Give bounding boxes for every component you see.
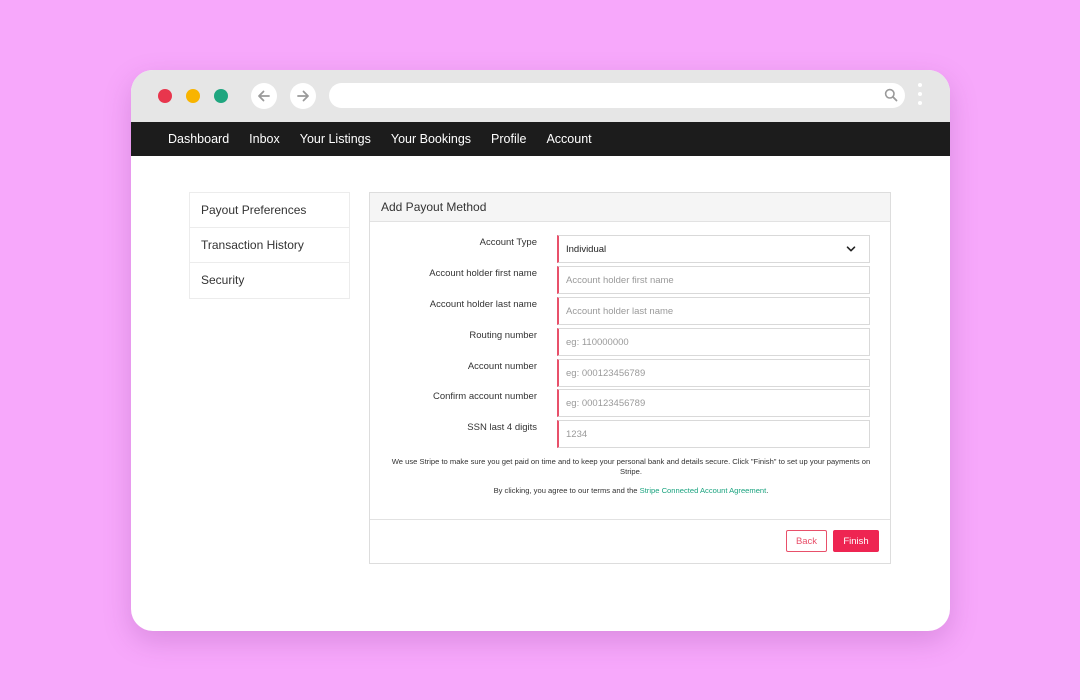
account-sidebar: Payout Preferences Transaction History S… (189, 192, 350, 299)
ssn-label: SSN last 4 digits (467, 422, 537, 433)
account-type-row: Account Type Individual (370, 235, 890, 263)
sidebar-item-transaction-history[interactable]: Transaction History (190, 228, 349, 263)
routing-number-field[interactable] (557, 328, 870, 356)
close-window-button[interactable] (158, 89, 172, 103)
confirm-account-number-row: Confirm account number (370, 389, 890, 417)
nav-item-your-listings[interactable]: Your Listings (300, 132, 371, 146)
arrow-right-icon (297, 90, 309, 102)
ssn-row: SSN last 4 digits (370, 420, 890, 448)
stripe-agreement-link[interactable]: Stripe Connected Account Agreement (640, 486, 767, 495)
more-vertical-icon[interactable] (917, 83, 923, 109)
search-icon[interactable] (884, 88, 898, 102)
agreement-text: By clicking, you agree to our terms and … (384, 486, 878, 495)
arrow-left-icon (258, 90, 270, 102)
account-number-field[interactable] (557, 359, 870, 387)
nav-item-your-bookings[interactable]: Your Bookings (391, 132, 471, 146)
nav-item-account[interactable]: Account (546, 132, 591, 146)
agreement-prefix: By clicking, you agree to our terms and … (493, 486, 640, 495)
browser-back-button[interactable] (251, 83, 277, 109)
confirm-account-number-field[interactable] (557, 389, 870, 417)
address-bar[interactable] (329, 83, 905, 108)
last-name-row: Account holder last name (370, 297, 890, 325)
panel-title: Add Payout Method (370, 193, 890, 222)
routing-number-label: Routing number (469, 330, 537, 341)
account-number-row: Account number (370, 359, 890, 387)
stripe-note: We use Stripe to make sure you get paid … (391, 457, 871, 476)
agreement-suffix: . (766, 486, 769, 495)
first-name-row: Account holder first name (370, 266, 890, 294)
nav-item-dashboard[interactable]: Dashboard (168, 132, 229, 146)
top-navigation: Dashboard Inbox Your Listings Your Booki… (131, 122, 950, 156)
nav-item-profile[interactable]: Profile (491, 132, 526, 146)
browser-window: Dashboard Inbox Your Listings Your Booki… (131, 70, 950, 631)
ssn-field[interactable] (557, 420, 870, 448)
maximize-window-button[interactable] (214, 89, 228, 103)
account-type-label: Account Type (479, 237, 537, 248)
account-type-value: Individual (566, 243, 607, 255)
back-button[interactable]: Back (786, 530, 827, 552)
routing-number-row: Routing number (370, 328, 890, 356)
confirm-account-number-label: Confirm account number (432, 391, 537, 402)
nav-item-inbox[interactable]: Inbox (249, 132, 280, 146)
minimize-window-button[interactable] (186, 89, 200, 103)
panel-footer: Back Finish (370, 519, 890, 563)
account-number-label: Account number (467, 361, 537, 372)
chevron-down-icon (846, 246, 856, 252)
first-name-field[interactable] (557, 266, 870, 294)
sidebar-item-payout-preferences[interactable]: Payout Preferences (190, 193, 349, 228)
last-name-field[interactable] (557, 297, 870, 325)
browser-forward-button[interactable] (290, 83, 316, 109)
browser-toolbar (131, 70, 950, 122)
finish-button[interactable]: Finish (833, 530, 879, 552)
sidebar-item-security[interactable]: Security (190, 263, 349, 298)
payout-method-panel: Add Payout Method Account Type Individua… (369, 192, 891, 564)
first-name-label: Account holder first name (429, 268, 537, 279)
last-name-label: Account holder last name (429, 299, 537, 310)
account-type-select[interactable]: Individual (557, 235, 870, 263)
